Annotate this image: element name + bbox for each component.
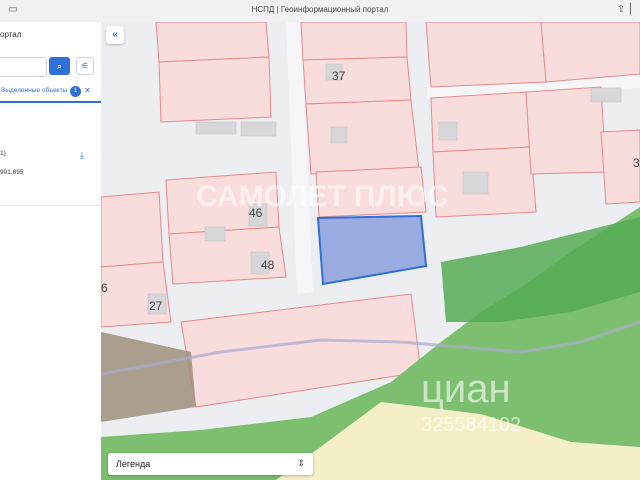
sidebar: ортал ⌕ ⚟ Выделенные объекты 1 ✕ 1) ⤓ 90… [0, 22, 102, 480]
tab-selected-objects[interactable]: Выделенные объекты 1 ✕ [0, 83, 101, 103]
parcel[interactable] [305, 99, 420, 175]
search-icon: ⌕ [56, 61, 63, 71]
search-input[interactable] [0, 57, 47, 77]
filter-icon: ⚟ [80, 61, 90, 71]
chevron-updown-icon: ⇕ [297, 458, 305, 468]
object-item-line2: 901.895 [0, 169, 24, 176]
building [195, 121, 237, 135]
divider [0, 205, 101, 206]
building [462, 171, 489, 195]
parcel[interactable] [425, 22, 547, 88]
tab-label: Выделенные объекты [1, 87, 68, 94]
plot-label: 37 [332, 69, 346, 83]
map-canvas[interactable]: 37 46 48 27 6 3 [101, 22, 640, 480]
watermark-cian: циан [421, 367, 511, 411]
building [330, 126, 348, 144]
plot-label: 27 [149, 299, 163, 313]
parcel[interactable] [302, 56, 412, 105]
plot-label: 6 [101, 281, 108, 295]
collapse-icon: « [112, 29, 118, 40]
building [240, 121, 277, 137]
parcel[interactable] [101, 191, 164, 268]
window-title: НСПД | Геоинформационный портал [251, 5, 389, 14]
watermark-id: 325584102 [421, 414, 522, 436]
map-view[interactable]: 37 46 48 27 6 3 САМОЛЕТ ПЛЮС циан 325584… [101, 22, 640, 480]
tab-count-badge: 1 [70, 86, 81, 97]
legend-dropdown[interactable]: Легенда ⇕ [108, 453, 313, 475]
parcel[interactable] [540, 22, 640, 83]
share-icon[interactable]: ⇪ [617, 4, 625, 16]
plot-label: 3 [633, 156, 640, 170]
filter-button[interactable]: ⚟ [76, 57, 94, 75]
search-button[interactable]: ⌕ [49, 57, 70, 75]
legend-label: Легенда [116, 459, 151, 469]
sidebar-title: ортал [0, 30, 22, 39]
parcel[interactable] [155, 22, 270, 63]
close-icon[interactable]: ✕ [84, 86, 91, 95]
watermark-portal: САМОЛЕТ ПЛЮС [196, 180, 449, 213]
plot-label: 48 [261, 258, 275, 272]
building [204, 226, 226, 242]
collapse-sidebar-button[interactable]: « [106, 26, 124, 44]
parcel[interactable] [300, 22, 408, 61]
building [590, 87, 622, 103]
parcel[interactable] [158, 56, 272, 123]
download-icon[interactable]: ⤓ [80, 150, 84, 161]
building [438, 121, 458, 141]
window-menu-icon[interactable]: ▏ [630, 4, 638, 16]
object-item-line1[interactable]: 1) [0, 150, 6, 157]
window-titlebar: ▭ НСПД | Геоинформационный портал ⇪ ▏ [0, 0, 640, 23]
